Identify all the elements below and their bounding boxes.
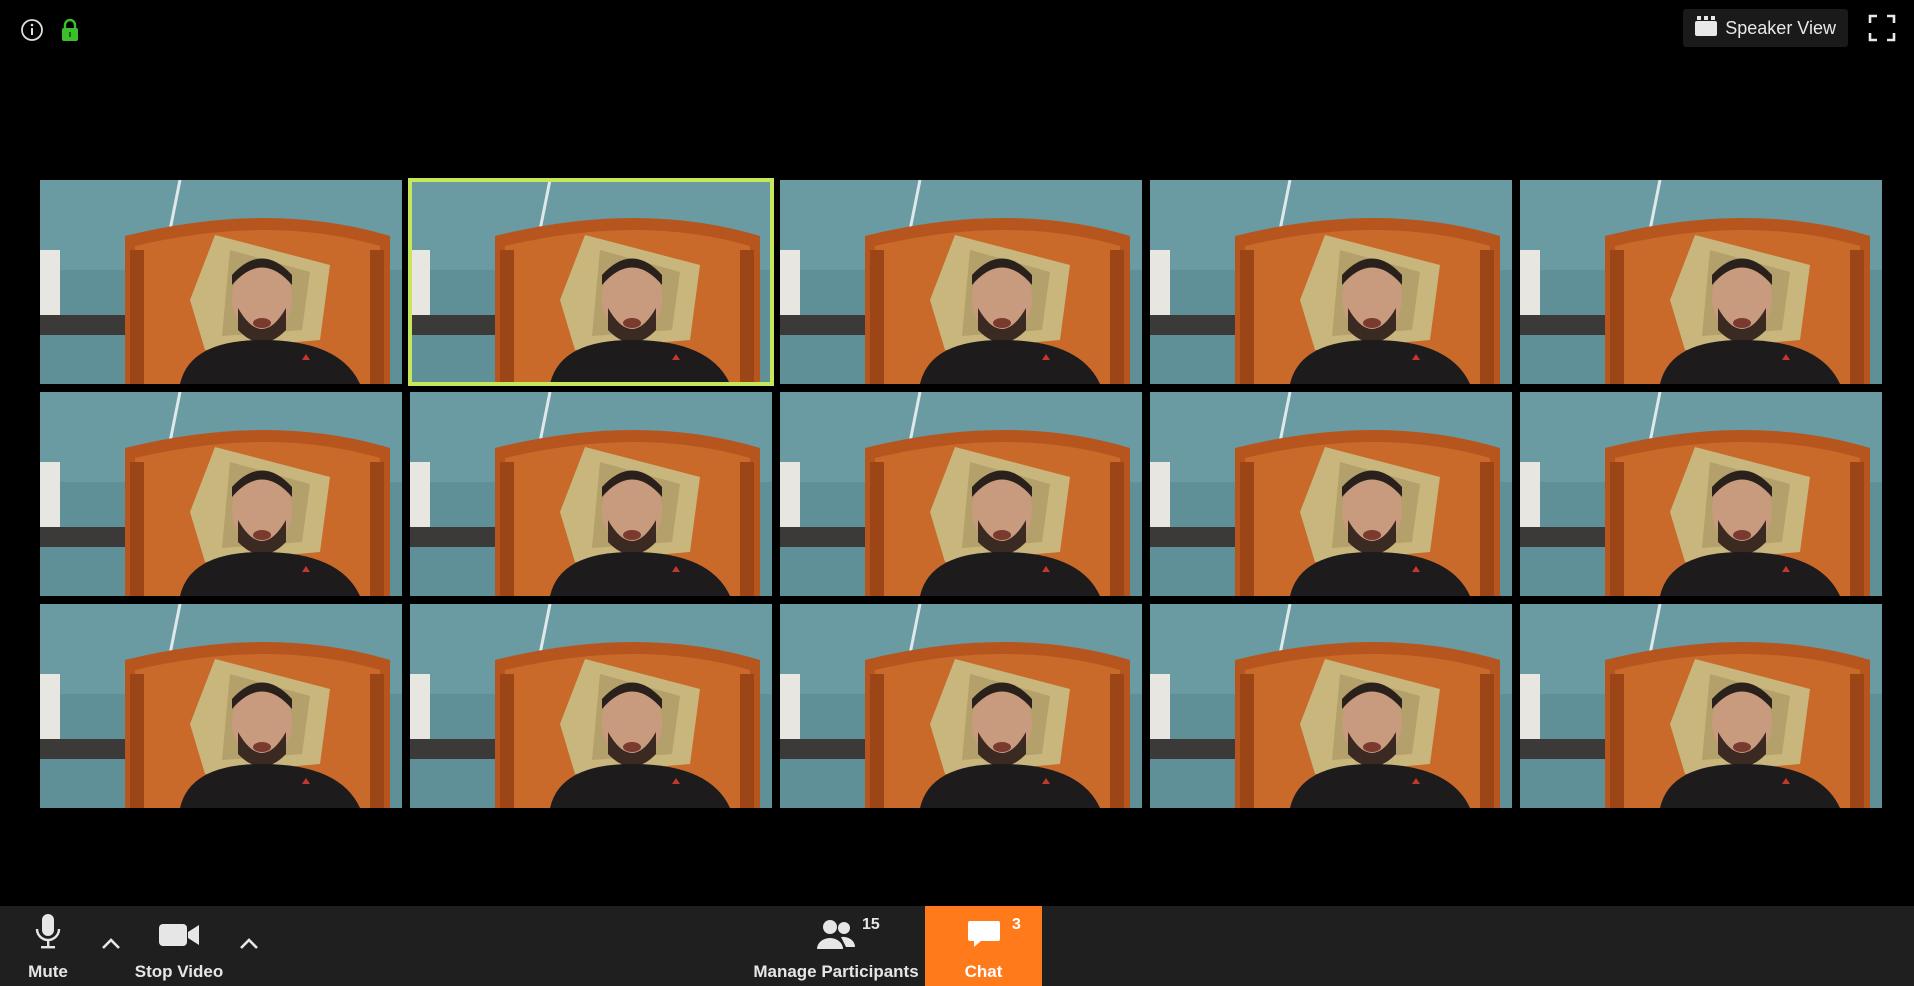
- participant-video-tile[interactable]: [408, 178, 774, 386]
- participant-video-tile[interactable]: [1520, 392, 1882, 596]
- participant-video-tile[interactable]: [780, 180, 1142, 384]
- participant-video-frame: [410, 604, 772, 808]
- participant-video-tile[interactable]: [1520, 180, 1882, 384]
- participant-video-frame: [410, 180, 772, 384]
- lock-icon[interactable]: [60, 18, 80, 42]
- manage-participants-label: Manage Participants: [753, 962, 919, 981]
- info-icon[interactable]: [20, 18, 44, 42]
- participant-video-frame: [780, 392, 1142, 596]
- participant-video-frame: [1520, 392, 1882, 596]
- meeting-info-area: [20, 18, 80, 42]
- microphone-icon: [35, 913, 61, 954]
- participant-video-tile[interactable]: [40, 392, 402, 596]
- participant-video-frame: [40, 392, 402, 596]
- participant-video-tile[interactable]: [1150, 392, 1512, 596]
- speaker-view-icon: [1695, 15, 1718, 41]
- participant-video-frame: [1520, 604, 1882, 808]
- participant-video-frame: [40, 604, 402, 808]
- chat-unread-badge: 3: [1012, 916, 1021, 933]
- participant-video-frame: [780, 604, 1142, 808]
- participant-video-tile[interactable]: [1520, 604, 1882, 808]
- participant-video-frame: [1520, 180, 1882, 384]
- chat-label: Chat: [964, 962, 1003, 981]
- participant-video-frame: [1150, 604, 1512, 808]
- video-options-caret-up-icon[interactable]: [237, 934, 261, 954]
- participant-video-tile[interactable]: [410, 392, 772, 596]
- participant-video-tile[interactable]: [410, 604, 772, 808]
- mute-button[interactable]: Mute: [18, 906, 78, 986]
- meeting-toolbar: Mute Stop Video Manage Participants 15 C…: [0, 906, 1914, 986]
- participant-video-tile[interactable]: [1150, 180, 1512, 384]
- gallery-grid: [40, 178, 1882, 808]
- participant-video-tile[interactable]: [40, 180, 402, 384]
- chat-bubble-icon: [967, 919, 1001, 954]
- manage-participants-button[interactable]: Manage Participants: [752, 906, 920, 986]
- participants-count: 15: [862, 916, 880, 933]
- participants-icon: [816, 919, 856, 954]
- participant-video-tile[interactable]: [780, 604, 1142, 808]
- video-camera-icon: [158, 921, 200, 954]
- participant-video-tile[interactable]: [1150, 604, 1512, 808]
- stop-video-button[interactable]: Stop Video: [133, 906, 225, 986]
- chat-button[interactable]: Chat: [925, 906, 1042, 986]
- participant-video-frame: [780, 180, 1142, 384]
- participant-video-frame: [40, 180, 402, 384]
- participant-video-frame: [1150, 392, 1512, 596]
- speaker-view-button[interactable]: Speaker View: [1683, 9, 1848, 47]
- audio-options-caret-up-icon[interactable]: [99, 934, 123, 954]
- participant-video-frame: [410, 392, 772, 596]
- speaker-view-label: Speaker View: [1725, 17, 1836, 38]
- participant-video-tile[interactable]: [40, 604, 402, 808]
- fullscreen-icon[interactable]: [1868, 14, 1896, 42]
- mute-label: Mute: [28, 962, 68, 981]
- participant-video-frame: [1150, 180, 1512, 384]
- participant-video-tile[interactable]: [780, 392, 1142, 596]
- stop-video-label: Stop Video: [134, 962, 224, 981]
